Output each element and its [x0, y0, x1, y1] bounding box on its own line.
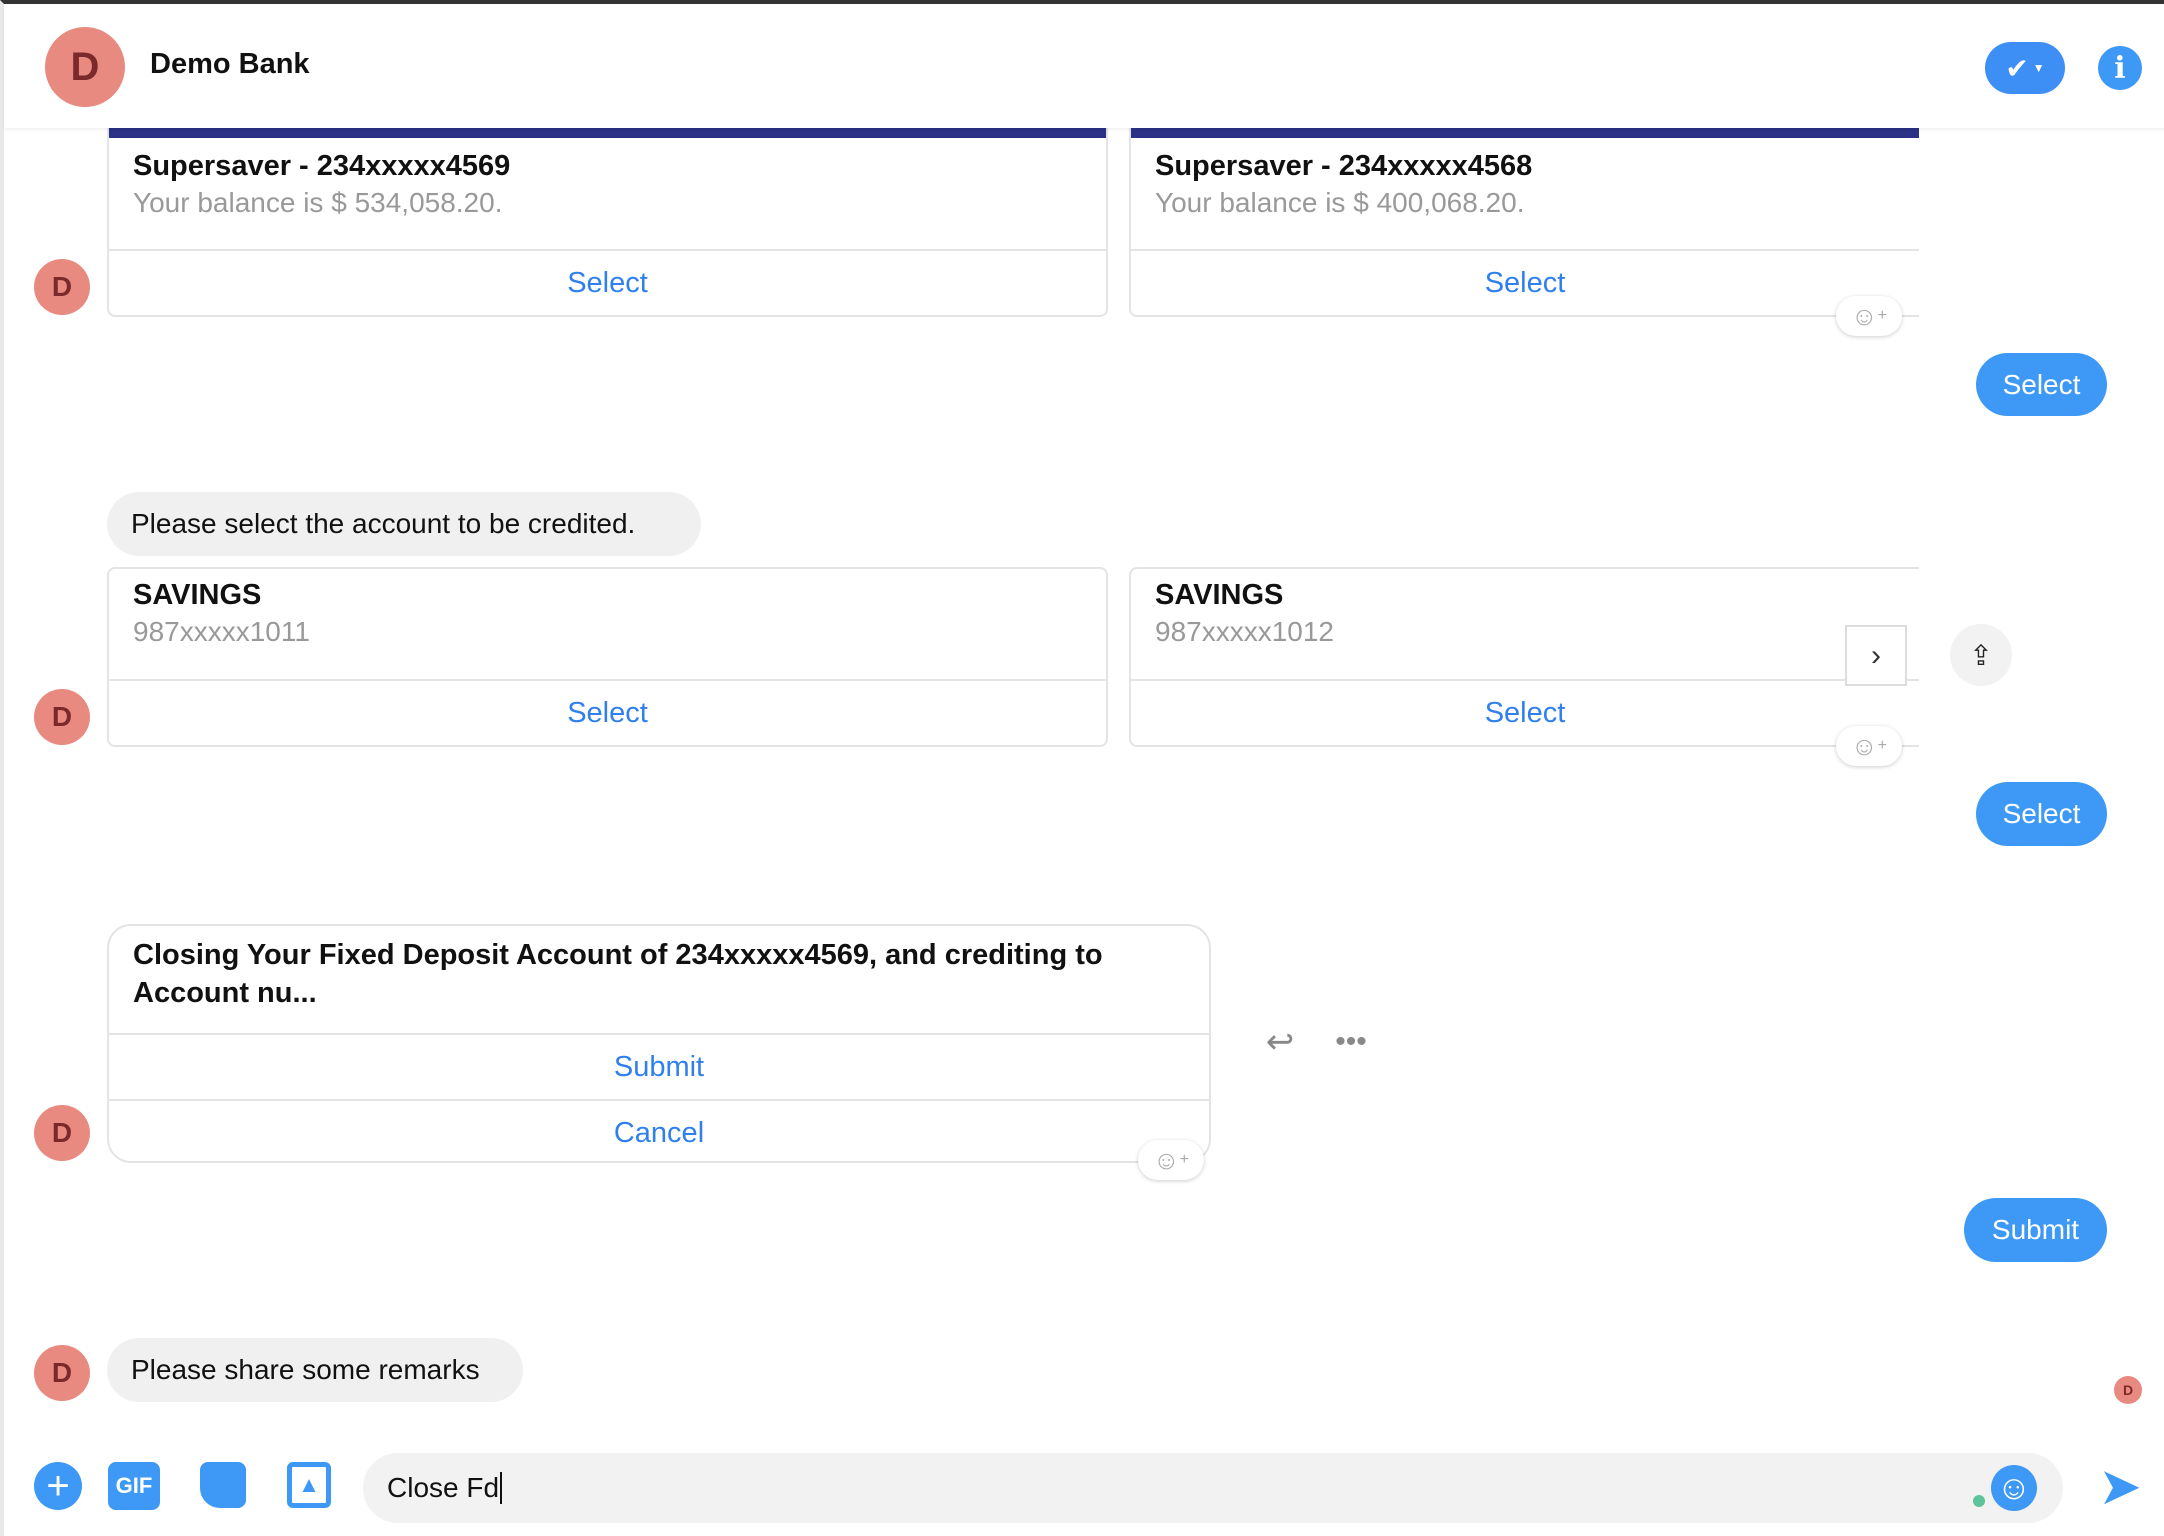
bot-avatar: D	[34, 259, 90, 315]
bot-message: Please share some remarks	[107, 1338, 523, 1402]
user-reply-bubble: Select	[1976, 782, 2107, 846]
bot-avatar: D	[34, 689, 90, 745]
confirm-card: Closing Your Fixed Deposit Account of 23…	[107, 924, 1211, 1163]
add-reaction-button[interactable]: ☺ +	[1138, 1140, 1204, 1180]
cancel-button[interactable]: Cancel	[109, 1099, 1209, 1161]
select-button[interactable]: Select	[1131, 679, 1919, 745]
confirm-text: Closing Your Fixed Deposit Account of 23…	[133, 939, 1103, 1009]
chat-header: D Demo Bank ✔ ▼ i	[4, 4, 2164, 128]
user-reply-bubble: Submit	[1964, 1198, 2107, 1262]
status-dot	[1973, 1495, 1985, 1507]
account-card: Supersaver - 234xxxxx4569 Your balance i…	[107, 114, 1108, 317]
check-icon: ✔	[2005, 52, 2029, 84]
sticker-icon[interactable]	[200, 1462, 246, 1508]
image-icon[interactable]: ▲	[287, 1462, 331, 1508]
chevron-down-icon: ▼	[2032, 61, 2045, 75]
reply-icon[interactable]: ↩	[1260, 1022, 1300, 1062]
bot-avatar: D	[34, 1105, 90, 1161]
carousel-next-button[interactable]: ›	[1845, 625, 1907, 686]
bot-avatar: D	[34, 1345, 90, 1401]
plus-icon[interactable]: +	[34, 1462, 82, 1510]
chat-title: Demo Bank	[150, 48, 310, 80]
share-icon[interactable]: ⇪	[1950, 624, 2012, 686]
card-subtitle: Your balance is $ 400,068.20.	[1155, 187, 1525, 218]
card-title: SAVINGS	[133, 579, 262, 611]
submit-button[interactable]: Submit	[109, 1033, 1209, 1099]
account-card: Supersaver - 234xxxxx4568 Your balance i…	[1129, 114, 1919, 317]
add-reaction-button[interactable]: ☺ +	[1836, 296, 1902, 336]
info-icon[interactable]: i	[2098, 46, 2142, 90]
select-button[interactable]: Select	[109, 249, 1106, 315]
send-icon[interactable]: ➤	[2092, 1458, 2148, 1516]
message-input[interactable]: Close Fd ☺	[363, 1453, 2063, 1523]
user-reply-bubble: Select	[1976, 353, 2107, 416]
more-options-icon[interactable]: •••	[1329, 1022, 1373, 1062]
account-card: SAVINGS 987xxxxx1011 Select	[107, 567, 1108, 747]
card-title: Supersaver - 234xxxxx4568	[1155, 150, 1533, 182]
select-button[interactable]: Select	[109, 679, 1106, 745]
card-subtitle: 987xxxxx1011	[133, 616, 310, 647]
emoji-icon[interactable]: ☺	[1991, 1465, 2037, 1511]
account-card: SAVINGS 987xxxxx1012 Select	[1129, 567, 1919, 747]
card-subtitle: 987xxxxx1012	[1155, 616, 1335, 647]
add-reaction-button[interactable]: ☺ +	[1836, 726, 1902, 766]
card-title: SAVINGS	[1155, 579, 1284, 611]
read-receipt-avatar: D	[2114, 1376, 2142, 1404]
bank-avatar[interactable]: D	[45, 27, 125, 107]
card-title: Supersaver - 234xxxxx4569	[133, 150, 511, 182]
card-subtitle: Your balance is $ 534,058.20.	[133, 187, 503, 218]
select-button[interactable]: Select	[1131, 249, 1919, 315]
bot-message: Please select the account to be credited…	[107, 492, 701, 556]
gif-button[interactable]: GIF	[108, 1462, 160, 1510]
status-dropdown-button[interactable]: ✔ ▼	[1985, 42, 2065, 94]
message-input-value: Close Fd	[387, 1472, 503, 1504]
